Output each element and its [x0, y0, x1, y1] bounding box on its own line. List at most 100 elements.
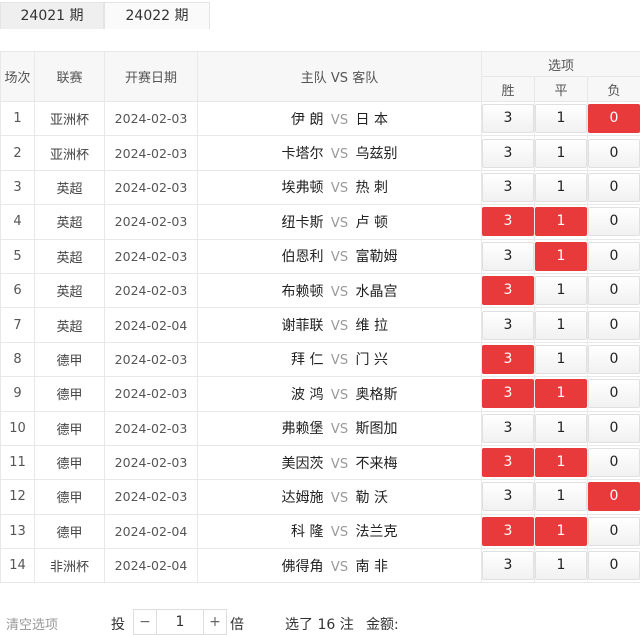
option-win-button[interactable]: 3 — [482, 379, 534, 408]
minus-button[interactable]: − — [134, 610, 156, 634]
option-lose-button[interactable]: 0 — [588, 276, 640, 305]
option-draw-cell[interactable]: 1 — [535, 480, 588, 514]
option-lose-button[interactable]: 0 — [588, 414, 640, 443]
option-lose-button[interactable]: 0 — [588, 104, 640, 133]
vs-label: VS — [324, 422, 356, 437]
header-win: 胜 — [482, 77, 535, 102]
option-win-button[interactable]: 3 — [482, 104, 534, 133]
option-win-cell[interactable]: 3 — [482, 411, 535, 445]
option-win-cell[interactable]: 3 — [482, 239, 535, 273]
option-lose-button[interactable]: 0 — [588, 345, 640, 374]
option-draw-button[interactable]: 1 — [535, 482, 587, 511]
option-win-cell[interactable]: 3 — [482, 205, 535, 239]
option-draw-button[interactable]: 1 — [535, 517, 587, 546]
match-no: 2 — [1, 136, 35, 170]
option-lose-cell[interactable]: 0 — [588, 411, 640, 445]
option-draw-cell[interactable]: 1 — [535, 445, 588, 479]
option-draw-cell[interactable]: 1 — [535, 377, 588, 411]
option-lose-cell[interactable]: 0 — [588, 205, 640, 239]
option-lose-button[interactable]: 0 — [588, 379, 640, 408]
option-draw-cell[interactable]: 1 — [535, 273, 588, 307]
option-win-cell[interactable]: 3 — [482, 273, 535, 307]
option-win-cell[interactable]: 3 — [482, 480, 535, 514]
option-lose-button[interactable]: 0 — [588, 311, 640, 340]
multiplier-unit: 倍 — [230, 614, 244, 634]
option-lose-cell[interactable]: 0 — [588, 136, 640, 170]
option-lose-button[interactable]: 0 — [588, 517, 640, 546]
option-lose-cell[interactable]: 0 — [588, 480, 640, 514]
option-win-cell[interactable]: 3 — [482, 308, 535, 342]
option-draw-button[interactable]: 1 — [535, 104, 587, 133]
option-lose-button[interactable]: 0 — [588, 207, 640, 236]
clear-options-button[interactable]: 清空选项 — [6, 614, 58, 633]
plus-button[interactable]: + — [204, 610, 226, 634]
option-win-button[interactable]: 3 — [482, 276, 534, 305]
match-teams: 布赖顿VS水晶宫 — [198, 273, 482, 307]
option-win-cell[interactable]: 3 — [482, 342, 535, 376]
tab-24022[interactable]: 24022 期 — [104, 2, 210, 29]
option-lose-cell[interactable]: 0 — [588, 377, 640, 411]
option-win-cell[interactable]: 3 — [482, 102, 535, 136]
option-draw-cell[interactable]: 1 — [535, 136, 588, 170]
option-lose-cell[interactable]: 0 — [588, 308, 640, 342]
option-win-button[interactable]: 3 — [482, 551, 534, 580]
option-draw-cell[interactable]: 1 — [535, 308, 588, 342]
option-win-button[interactable]: 3 — [482, 448, 534, 477]
option-draw-cell[interactable]: 1 — [535, 170, 588, 204]
multiplier-input[interactable]: 1 — [156, 610, 204, 634]
option-win-button[interactable]: 3 — [482, 345, 534, 374]
option-lose-cell[interactable]: 0 — [588, 342, 640, 376]
option-win-cell[interactable]: 3 — [482, 549, 535, 583]
option-draw-button[interactable]: 1 — [535, 551, 587, 580]
option-lose-cell[interactable]: 0 — [588, 445, 640, 479]
option-draw-button[interactable]: 1 — [535, 379, 587, 408]
option-draw-button[interactable]: 1 — [535, 345, 587, 374]
match-rows: 1亚洲杯2024-02-03伊 朗VS日 本3102亚洲杯2024-02-03卡… — [1, 102, 640, 583]
option-draw-cell[interactable]: 1 — [535, 514, 588, 548]
option-win-cell[interactable]: 3 — [482, 136, 535, 170]
option-lose-button[interactable]: 0 — [588, 551, 640, 580]
tab-24021[interactable]: 24021 期 — [0, 2, 104, 29]
option-win-cell[interactable]: 3 — [482, 170, 535, 204]
option-win-button[interactable]: 3 — [482, 414, 534, 443]
option-lose-button[interactable]: 0 — [588, 173, 640, 202]
option-draw-cell[interactable]: 1 — [535, 239, 588, 273]
match-teams: 达姆施VS勒 沃 — [198, 480, 482, 514]
option-win-cell[interactable]: 3 — [482, 445, 535, 479]
option-lose-cell[interactable]: 0 — [588, 239, 640, 273]
option-win-cell[interactable]: 3 — [482, 514, 535, 548]
option-draw-cell[interactable]: 1 — [535, 342, 588, 376]
option-draw-button[interactable]: 1 — [535, 311, 587, 340]
option-draw-cell[interactable]: 1 — [535, 549, 588, 583]
option-draw-cell[interactable]: 1 — [535, 102, 588, 136]
option-draw-button[interactable]: 1 — [535, 242, 587, 271]
match-no: 3 — [1, 170, 35, 204]
header-draw: 平 — [535, 77, 588, 102]
option-win-button[interactable]: 3 — [482, 207, 534, 236]
option-lose-button[interactable]: 0 — [588, 482, 640, 511]
option-draw-button[interactable]: 1 — [535, 276, 587, 305]
option-draw-button[interactable]: 1 — [535, 139, 587, 168]
option-lose-cell[interactable]: 0 — [588, 549, 640, 583]
option-draw-button[interactable]: 1 — [535, 173, 587, 202]
option-lose-cell[interactable]: 0 — [588, 170, 640, 204]
option-lose-cell[interactable]: 0 — [588, 273, 640, 307]
option-win-button[interactable]: 3 — [482, 482, 534, 511]
option-lose-button[interactable]: 0 — [588, 139, 640, 168]
option-draw-button[interactable]: 1 — [535, 207, 587, 236]
option-lose-button[interactable]: 0 — [588, 448, 640, 477]
option-lose-cell[interactable]: 0 — [588, 102, 640, 136]
option-draw-cell[interactable]: 1 — [535, 205, 588, 239]
option-draw-button[interactable]: 1 — [535, 448, 587, 477]
option-win-button[interactable]: 3 — [482, 139, 534, 168]
option-win-button[interactable]: 3 — [482, 173, 534, 202]
option-win-button[interactable]: 3 — [482, 242, 534, 271]
option-draw-cell[interactable]: 1 — [535, 411, 588, 445]
header-match: 主队 VS 客队 — [198, 52, 482, 102]
option-win-button[interactable]: 3 — [482, 517, 534, 546]
option-draw-button[interactable]: 1 — [535, 414, 587, 443]
option-lose-cell[interactable]: 0 — [588, 514, 640, 548]
option-lose-button[interactable]: 0 — [588, 242, 640, 271]
option-win-cell[interactable]: 3 — [482, 377, 535, 411]
option-win-button[interactable]: 3 — [482, 311, 534, 340]
